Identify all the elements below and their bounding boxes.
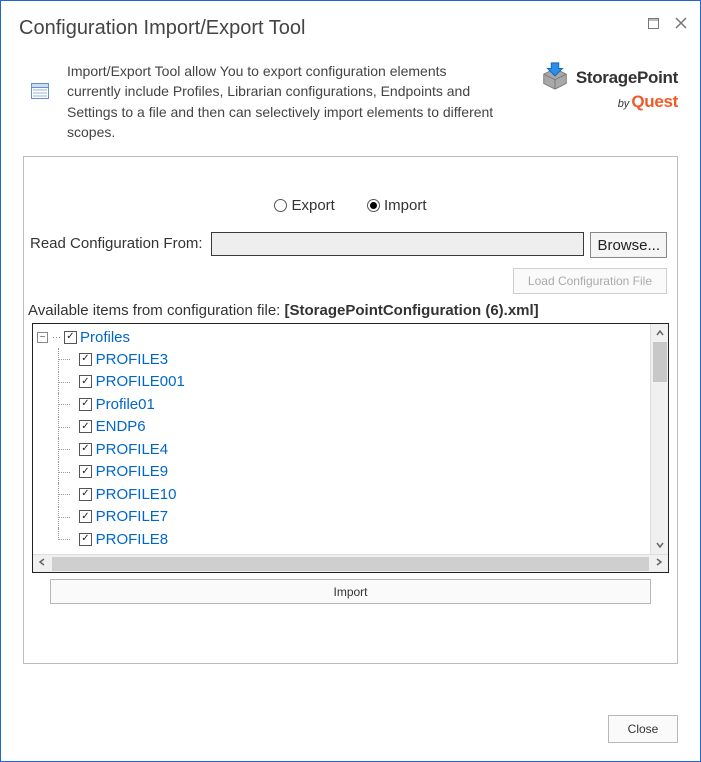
tree-item: ✓ PROFILE001 <box>37 371 650 394</box>
brand-by: by <box>618 98 630 110</box>
tree-item-label[interactable]: PROFILE4 <box>96 441 169 458</box>
item-checkbox[interactable]: ✓ <box>79 533 92 546</box>
export-radio[interactable]: Export <box>274 197 339 214</box>
tree-item-label[interactable]: PROFILE9 <box>96 463 169 480</box>
tree-item: ✓ PROFILE10 <box>37 483 650 506</box>
window-controls <box>646 16 688 30</box>
item-checkbox[interactable]: ✓ <box>79 443 92 456</box>
tree-item-label[interactable]: PROFILE001 <box>96 373 185 390</box>
tree-connector <box>53 348 79 370</box>
tree-connector <box>53 461 79 483</box>
storagepoint-box-icon <box>540 61 570 94</box>
header-description: Import/Export Tool allow You to export c… <box>67 61 502 142</box>
footer: Close <box>608 715 678 743</box>
hscroll-track[interactable] <box>52 557 649 571</box>
item-checkbox[interactable]: ✓ <box>79 488 92 501</box>
tree-item: ✓ PROFILE7 <box>37 506 650 529</box>
tree-item-label[interactable]: PROFILE3 <box>96 351 169 368</box>
window-title: Configuration Import/Export Tool <box>19 17 646 40</box>
titlebar: Configuration Import/Export Tool <box>1 1 700 49</box>
main-panel: Export Import Read Configuration From: B… <box>23 156 678 664</box>
load-row: Load Configuration File <box>24 258 677 302</box>
tree-content: − ⋯ ✓ Profiles ✓ PROFILE3✓ PROFILE001✓ P… <box>33 324 650 554</box>
radio-icon <box>367 199 380 212</box>
vertical-scrollbar[interactable] <box>650 324 668 554</box>
tree-connector <box>53 506 79 528</box>
scroll-thumb[interactable] <box>653 342 667 382</box>
tree-item: ✓ PROFILE4 <box>37 438 650 461</box>
scroll-down-icon[interactable] <box>651 536 668 554</box>
available-prefix: Available items from configuration file: <box>28 302 285 319</box>
root-checkbox[interactable]: ✓ <box>64 331 77 344</box>
tree-container: − ⋯ ✓ Profiles ✓ PROFILE3✓ PROFILE001✓ P… <box>32 323 669 573</box>
tree-connector <box>53 416 79 438</box>
available-filename: [StoragePointConfiguration (6).xml] <box>285 302 539 319</box>
tree-item: ✓ PROFILE8 <box>37 528 650 551</box>
tree-item-label[interactable]: PROFILE7 <box>96 508 169 525</box>
collapse-icon[interactable]: − <box>37 332 48 343</box>
tree-connector <box>53 483 79 505</box>
import-radio-label: Import <box>384 197 427 214</box>
tree-connector <box>53 393 79 415</box>
scroll-right-icon[interactable] <box>650 558 668 569</box>
tree-connector <box>53 438 79 460</box>
brand-vendor: Quest <box>631 92 678 111</box>
read-from-input[interactable] <box>211 232 584 256</box>
scroll-left-icon[interactable] <box>33 558 51 569</box>
tree-item: ✓ PROFILE3 <box>37 348 650 371</box>
tree-item: ✓ PROFILE9 <box>37 461 650 484</box>
read-from-row: Read Configuration From: Browse... <box>24 232 677 258</box>
tree-root: − ⋯ ✓ Profiles <box>37 326 650 348</box>
item-checkbox[interactable]: ✓ <box>79 465 92 478</box>
import-row: Import <box>24 573 677 604</box>
item-checkbox[interactable]: ✓ <box>79 353 92 366</box>
tree-root-label[interactable]: Profiles <box>80 329 130 346</box>
item-checkbox[interactable]: ✓ <box>79 375 92 388</box>
item-checkbox[interactable]: ✓ <box>79 510 92 523</box>
header-icon <box>31 61 51 102</box>
item-checkbox[interactable]: ✓ <box>79 398 92 411</box>
tree-item: ✓ ENDP6 <box>37 416 650 439</box>
brand-logo: StoragePoint byQuest <box>518 61 678 112</box>
dialog-window: Configuration Import/Export Tool Import/… <box>0 0 701 762</box>
item-checkbox[interactable]: ✓ <box>79 420 92 433</box>
browse-button[interactable]: Browse... <box>590 232 667 258</box>
tree-connector: ⋯ <box>52 332 60 343</box>
scroll-up-icon[interactable] <box>651 324 668 342</box>
header: Import/Export Tool allow You to export c… <box>1 49 700 150</box>
tree-item-label[interactable]: PROFILE10 <box>96 486 177 503</box>
horizontal-scrollbar[interactable] <box>33 554 668 572</box>
tree-item-label[interactable]: ENDP6 <box>96 418 146 435</box>
tree-item-label[interactable]: Profile01 <box>96 396 155 413</box>
import-radio[interactable]: Import <box>367 197 427 214</box>
brand-name: StoragePoint <box>576 68 678 88</box>
read-from-label: Read Configuration From: <box>30 232 205 254</box>
tree-item-label[interactable]: PROFILE8 <box>96 531 169 548</box>
tree-item: ✓ Profile01 <box>37 393 650 416</box>
close-icon[interactable] <box>674 16 688 30</box>
import-button[interactable]: Import <box>50 579 651 604</box>
radio-icon <box>274 199 287 212</box>
maximize-icon[interactable] <box>646 16 660 30</box>
load-config-button: Load Configuration File <box>513 268 667 294</box>
mode-selector: Export Import <box>24 157 677 232</box>
close-button[interactable]: Close <box>608 715 678 743</box>
tree-connector <box>53 528 79 550</box>
export-radio-label: Export <box>291 197 334 214</box>
tree-connector <box>53 371 79 393</box>
available-label: Available items from configuration file:… <box>24 302 677 323</box>
